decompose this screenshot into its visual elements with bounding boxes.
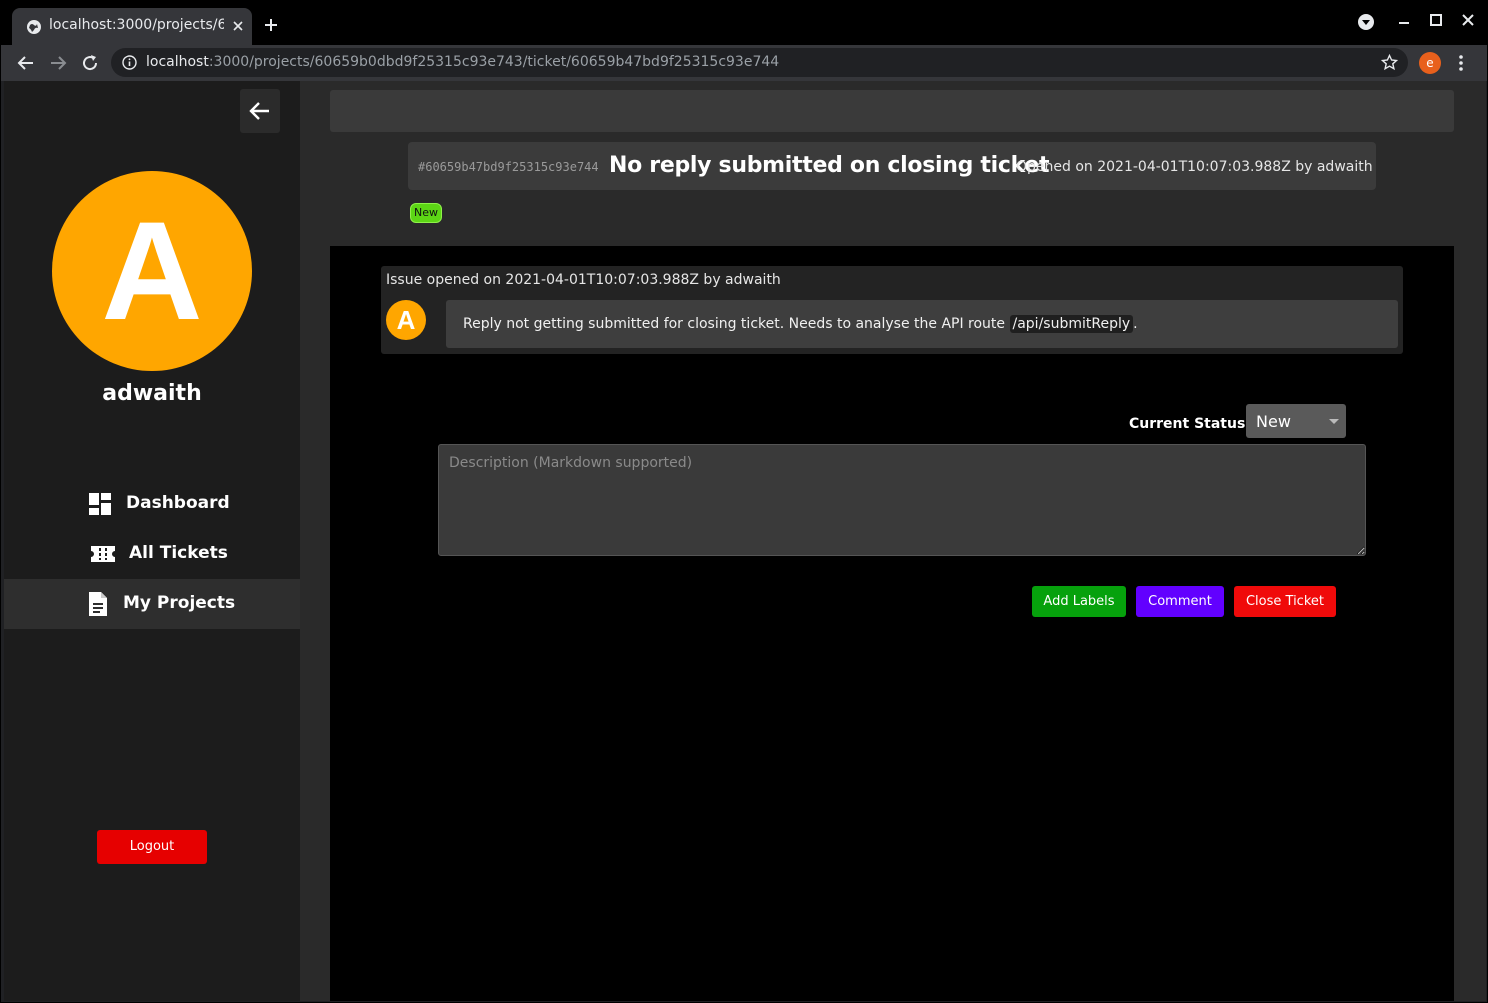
comment-body: Reply not getting submitted for closing … <box>446 300 1398 348</box>
ticket-icon <box>91 546 115 562</box>
status-select[interactable]: New <box>1246 404 1346 438</box>
nav-item-dashboard[interactable]: Dashboard <box>4 479 300 529</box>
logout-button[interactable]: Logout <box>97 830 207 864</box>
nav-label-my-projects: My Projects <box>123 593 236 613</box>
ticket-opened-info: Opened on 2021-04-01T10:07:03.988Z by ad… <box>1016 159 1373 175</box>
browser-menu-icon[interactable] <box>1456 54 1466 72</box>
comment-text: Reply not getting submitted for closing … <box>463 315 1138 333</box>
url-path: :3000/projects/60659b0dbd9f25315c93e743/… <box>208 54 780 70</box>
new-tab-icon[interactable] <box>263 17 279 33</box>
reload-icon[interactable] <box>79 52 101 74</box>
current-status-label: Current Status <box>1129 416 1246 432</box>
browser-tab[interactable]: localhost:3000/projects/6 <box>12 8 252 45</box>
top-bar <box>330 90 1454 132</box>
nav-item-my-projects[interactable]: My Projects <box>4 579 300 629</box>
description-input[interactable] <box>438 444 1366 556</box>
add-labels-button[interactable]: Add Labels <box>1032 586 1126 617</box>
close-ticket-button[interactable]: Close Ticket <box>1234 586 1336 617</box>
username: adwaith <box>102 381 202 406</box>
comment-text-end: . <box>1133 316 1138 332</box>
caret-down-icon <box>1329 419 1339 424</box>
sidebar: A adwaith Dashboard All Tickets My Proje… <box>4 81 300 1001</box>
dashboard-icon <box>89 493 111 515</box>
bookmark-star-icon[interactable] <box>1381 54 1398 71</box>
browser-titlebar: localhost:3000/projects/6 <box>1 1 1487 45</box>
maximize-icon[interactable] <box>1427 11 1445 29</box>
arrow-left-icon <box>249 102 269 120</box>
minimize-icon[interactable] <box>1395 13 1413 31</box>
comment-button[interactable]: Comment <box>1136 586 1224 617</box>
user-avatar: A <box>52 171 252 371</box>
comment-thread-item: Issue opened on 2021-04-01T10:07:03.988Z… <box>381 266 1403 354</box>
comment-avatar: A <box>386 300 426 340</box>
ticket-id: #60659b47bd9f25315c93e744 <box>418 160 599 174</box>
window-close-icon[interactable] <box>1459 11 1477 29</box>
browser-window: localhost:3000/projects/6 localhost:3000… <box>1 1 1487 1002</box>
back-arrow-icon[interactable] <box>15 52 37 74</box>
document-icon <box>89 592 107 616</box>
tab-title: localhost:3000/projects/6 <box>49 17 224 33</box>
close-tab-icon[interactable] <box>230 18 246 34</box>
status-badge: New <box>410 203 442 223</box>
forward-arrow-icon[interactable] <box>47 52 69 74</box>
comment-code: /api/submitReply <box>1009 315 1134 333</box>
globe-icon <box>27 20 41 34</box>
profile-avatar[interactable]: e <box>1419 52 1441 74</box>
status-select-value: New <box>1256 412 1291 431</box>
url-text: localhost:3000/projects/60659b0dbd9f2531… <box>146 54 779 70</box>
browser-toolbar: localhost:3000/projects/60659b0dbd9f2531… <box>1 45 1487 81</box>
address-bar[interactable]: localhost:3000/projects/60659b0dbd9f2531… <box>111 48 1408 77</box>
ticket-title: No reply submitted on closing ticket <box>609 153 1050 178</box>
nav-label-dashboard: Dashboard <box>126 493 230 513</box>
collapse-sidebar-button[interactable] <box>240 89 280 133</box>
ticket-header: #60659b47bd9f25315c93e744 No reply submi… <box>408 142 1376 190</box>
comment-meta: Issue opened on 2021-04-01T10:07:03.988Z… <box>386 272 781 288</box>
comment-text-main: Reply not getting submitted for closing … <box>463 316 1010 332</box>
page-viewport: A adwaith Dashboard All Tickets My Proje… <box>4 81 1486 1001</box>
ticket-main-panel: Issue opened on 2021-04-01T10:07:03.988Z… <box>330 246 1454 1001</box>
tab-search-icon[interactable] <box>1357 13 1375 31</box>
nav-label-all-tickets: All Tickets <box>129 543 228 563</box>
url-host: localhost <box>146 54 209 70</box>
site-info-icon[interactable] <box>122 55 137 70</box>
nav-item-all-tickets[interactable]: All Tickets <box>4 529 300 579</box>
